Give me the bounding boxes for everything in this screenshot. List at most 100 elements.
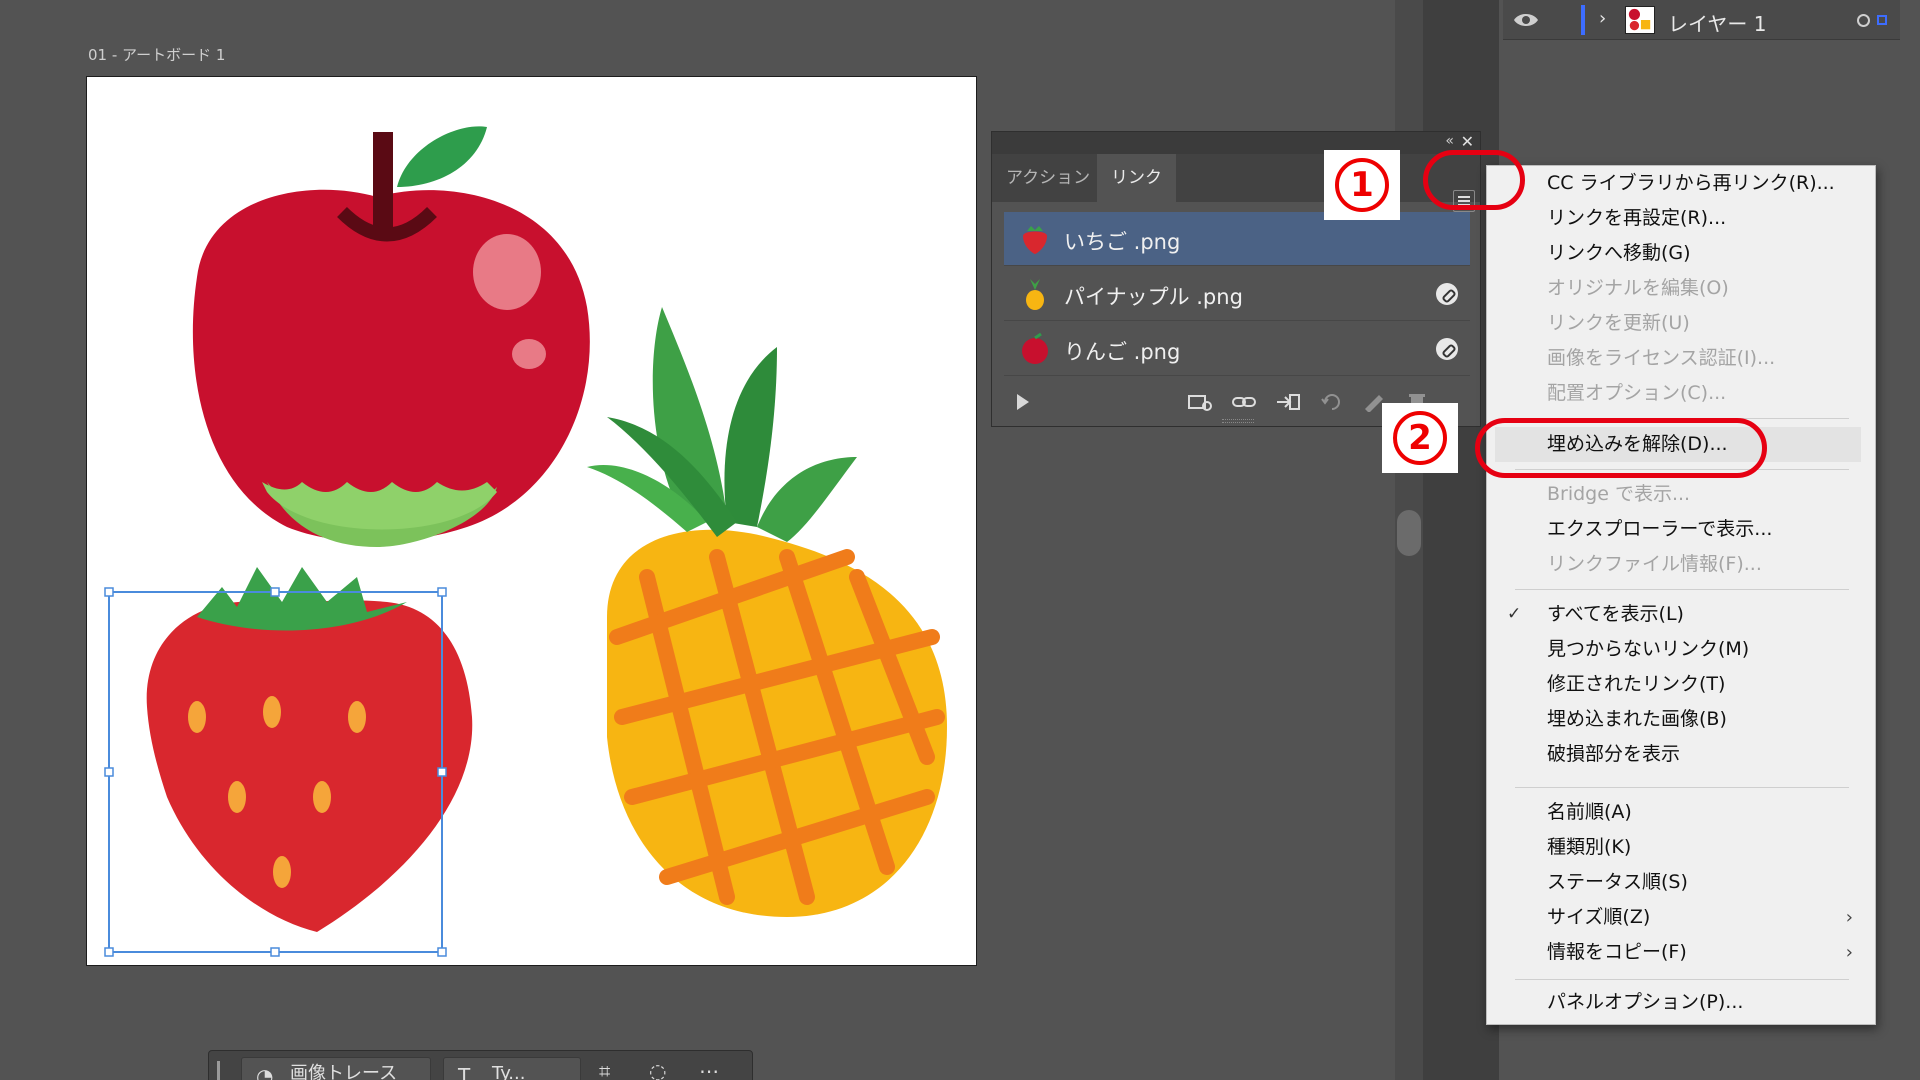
panel-tabs: アクション リンク <box>992 154 1480 212</box>
go-to-link-icon[interactable] <box>1275 392 1301 412</box>
tab-links[interactable]: リンク <box>1097 154 1176 202</box>
tab-actions[interactable]: アクション <box>992 154 1105 202</box>
update-link-icon[interactable] <box>1319 392 1345 412</box>
submenu-arrow-icon: › <box>1845 907 1853 928</box>
link-name: りんご .png <box>1064 340 1181 364</box>
apple-illustration[interactable] <box>192 126 590 547</box>
link-name: パイナップル .png <box>1064 285 1243 309</box>
menu-item-label: サイズ順(Z) <box>1547 906 1651 928</box>
linked-file-icon <box>1436 283 1458 305</box>
layer-row[interactable]: › レイヤー 1 <box>1503 0 1900 40</box>
menu-item-label: 情報をコピー(F) <box>1547 941 1687 963</box>
strawberry-illustration[interactable] <box>146 567 473 932</box>
layer-thumbnail <box>1625 6 1655 34</box>
crop-icon[interactable]: ⌗ <box>599 1059 621 1080</box>
menu-item-label: CC ライブラリから再リンク(R)... <box>1547 172 1835 194</box>
menu-item-label: ステータス順(S) <box>1547 871 1688 893</box>
close-panel-icon[interactable]: ✕ <box>1461 132 1474 151</box>
menu-item-sort-by-size[interactable]: サイズ順(Z) › <box>1487 900 1875 935</box>
annotation-step-2: 2 <box>1382 403 1458 473</box>
step-number: 1 <box>1335 158 1389 212</box>
menu-item-sort-by-status[interactable]: ステータス順(S) <box>1487 865 1875 900</box>
artboard[interactable] <box>86 76 977 966</box>
annotation-step-1: 1 <box>1324 150 1400 220</box>
menu-item-reveal-in-explorer[interactable]: エクスプローラーで表示... <box>1487 512 1875 547</box>
apple-thumbnail <box>1022 332 1048 364</box>
visibility-eye-icon[interactable] <box>1513 11 1539 29</box>
menu-item-sort-by-kind[interactable]: 種類別(K) <box>1487 830 1875 865</box>
links-panel-flyout-menu: CC ライブラリから再リンク(R)... リンクを再設定(R)... リンクへ移… <box>1486 165 1876 1025</box>
pineapple-illustration[interactable] <box>587 307 947 917</box>
strawberry-thumbnail <box>1023 226 1047 254</box>
menu-separator <box>1515 787 1849 788</box>
menu-item-label: Bridge で表示... <box>1547 483 1691 505</box>
menu-item-show-all[interactable]: ✓ すべてを表示(L) <box>1487 597 1875 632</box>
menu-item-edit-original[interactable]: オリジナルを編集(O) <box>1487 271 1875 306</box>
menu-item-update-link[interactable]: リンクを更新(U) <box>1487 306 1875 341</box>
menu-item-label: 破損部分を表示 <box>1547 743 1681 765</box>
submenu-arrow-icon: › <box>1845 942 1853 963</box>
menu-item-label: 配置オプション(C)... <box>1547 382 1727 404</box>
menu-item-copy-info[interactable]: 情報をコピー(F) › <box>1487 935 1875 970</box>
menu-separator <box>1515 979 1849 980</box>
menu-item-sort-by-name[interactable]: 名前順(A) <box>1487 795 1875 830</box>
image-trace-icon: ◔ <box>256 1064 274 1080</box>
layer-target-icon[interactable] <box>1857 14 1870 27</box>
type-button[interactable]: T Ty... <box>443 1057 581 1080</box>
layer-color-indicator <box>1581 5 1585 35</box>
contextual-task-bar: ◔ 画像トレース T Ty... ⌗ ◌ ⋯ <box>208 1050 753 1080</box>
panel-titlebar[interactable]: « ✕ <box>992 132 1480 154</box>
more-options-icon[interactable]: ⋯ <box>699 1059 721 1080</box>
scrollbar-thumb[interactable] <box>1397 510 1421 556</box>
linked-file-icon <box>1436 338 1458 360</box>
checkmark-icon: ✓ <box>1507 604 1522 624</box>
annotation-ring-unembed <box>1475 418 1767 478</box>
menu-item-missing-links[interactable]: 見つからないリンク(M) <box>1487 632 1875 667</box>
menu-item-label: 名前順(A) <box>1547 801 1632 823</box>
menu-item-label: 埋め込まれた画像(B) <box>1547 708 1727 730</box>
link-item[interactable]: いちご .png <box>1004 212 1470 266</box>
menu-item-placement-options[interactable]: 配置オプション(C)... <box>1487 376 1875 411</box>
menu-item-label: 画像をライセンス認証(I)... <box>1547 347 1776 369</box>
menu-item-relink-cc-library[interactable]: CC ライブラリから再リンク(R)... <box>1487 166 1875 201</box>
menu-item-embedded-images[interactable]: 埋め込まれた画像(B) <box>1487 702 1875 737</box>
menu-item-link-file-info[interactable]: リンクファイル情報(F)... <box>1487 547 1875 582</box>
annotation-ring-menu-button <box>1423 150 1525 210</box>
menu-item-label: エクスプローラーで表示... <box>1547 518 1773 540</box>
pineapple-thumbnail <box>1026 279 1044 310</box>
button-label: Ty... <box>492 1063 526 1080</box>
show-details-toggle-icon[interactable] <box>1017 394 1029 410</box>
menu-item-show-broken[interactable]: 破損部分を表示 <box>1487 737 1875 772</box>
menu-item-label: リンクを更新(U) <box>1547 312 1690 334</box>
type-icon: T <box>458 1064 471 1080</box>
menu-item-label: パネルオプション(P)... <box>1547 991 1744 1013</box>
menu-item-license-image[interactable]: 画像をライセンス認証(I)... <box>1487 341 1875 376</box>
expand-chevron-icon[interactable]: › <box>1599 8 1606 29</box>
link-item[interactable]: パイナップル .png <box>1004 267 1470 321</box>
menu-item-label: すべてを表示(L) <box>1547 603 1684 625</box>
relink-from-cc-icon[interactable] <box>1186 392 1212 412</box>
menu-item-label: オリジナルを編集(O) <box>1547 277 1729 299</box>
menu-item-modified-links[interactable]: 修正されたリンク(T) <box>1487 667 1875 702</box>
relink-icon[interactable] <box>1231 392 1257 412</box>
panel-resize-grip[interactable] <box>1222 419 1254 423</box>
links-panel: « ✕ アクション リンク いちご .png パイナップル .png りんご .… <box>991 131 1481 427</box>
collapse-panel-icon[interactable]: « <box>1445 133 1454 149</box>
menu-item-label: リンクを再設定(R)... <box>1547 207 1727 229</box>
artboard-label: 01 - アートボード 1 <box>88 46 226 64</box>
layer-name[interactable]: レイヤー 1 <box>1668 8 1766 37</box>
step-number: 2 <box>1393 411 1447 465</box>
image-trace-button[interactable]: ◔ 画像トレース <box>241 1057 431 1080</box>
menu-item-panel-options[interactable]: パネルオプション(P)... <box>1487 985 1875 1020</box>
menu-item-reveal-in-bridge[interactable]: Bridge で表示... <box>1487 477 1875 512</box>
link-item[interactable]: りんご .png <box>1004 322 1470 376</box>
menu-item-label: リンクファイル情報(F)... <box>1547 553 1762 575</box>
layer-selection-indicator[interactable] <box>1877 15 1887 25</box>
artwork[interactable] <box>87 77 978 967</box>
drag-grip-icon[interactable] <box>217 1061 220 1080</box>
menu-item-go-to-link[interactable]: リンクへ移動(G) <box>1487 236 1875 271</box>
menu-item-label: リンクへ移動(G) <box>1547 242 1691 264</box>
menu-item-relink[interactable]: リンクを再設定(R)... <box>1487 201 1875 236</box>
mask-icon[interactable]: ◌ <box>649 1059 671 1080</box>
button-label: 画像トレース <box>290 1063 398 1080</box>
